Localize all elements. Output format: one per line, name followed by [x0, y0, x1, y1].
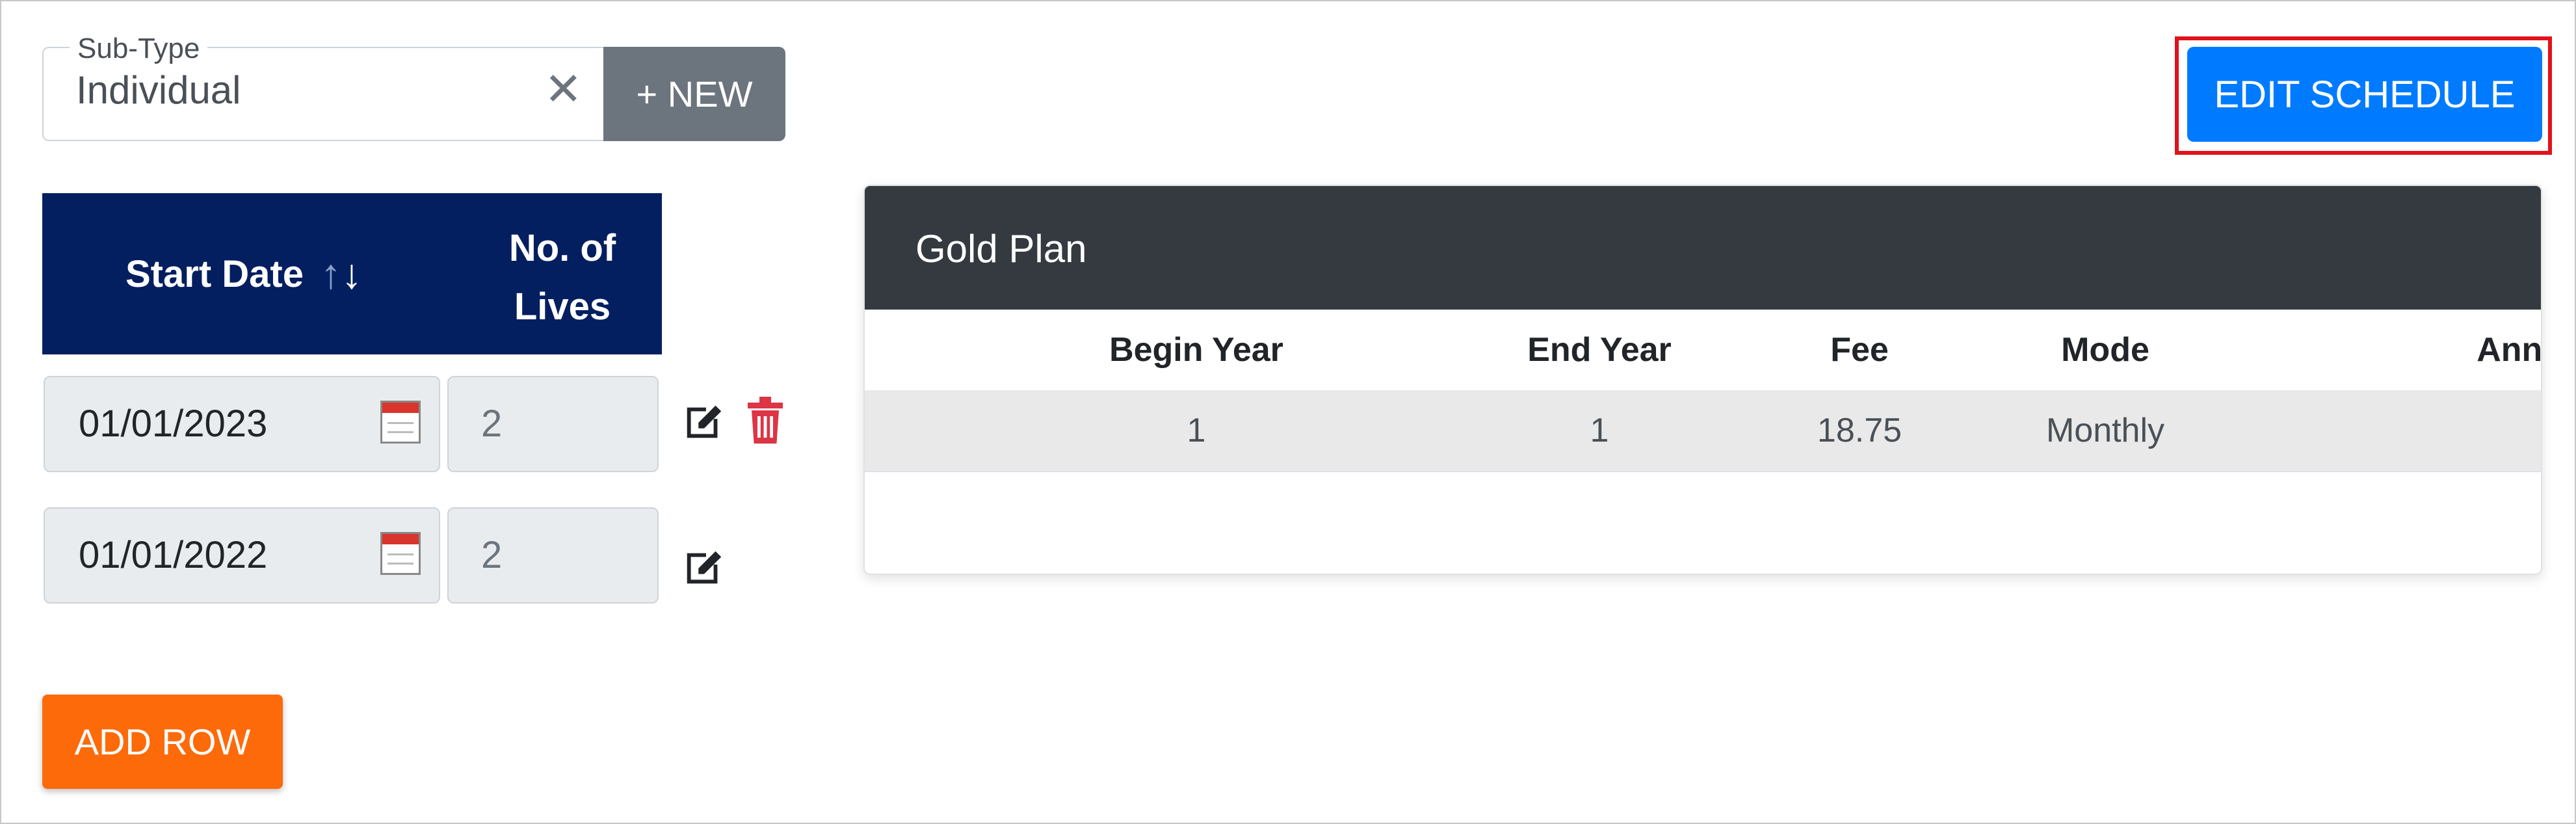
table-row: 1 1 18.75 Monthly: [865, 390, 2541, 472]
lives-input[interactable]: 2: [447, 507, 659, 604]
new-subtype-button[interactable]: + NEW: [603, 47, 785, 141]
plan-title: Gold Plan: [915, 227, 1087, 271]
plan-table-header: Begin Year End Year Fee Mode Annualizati…: [865, 310, 2541, 392]
edit-icon[interactable]: [681, 544, 727, 589]
plan-card: Gold Plan Begin Year End Year Fee Mode A…: [863, 185, 2542, 575]
start-date-header-label: Start Date: [125, 252, 304, 295]
delete-icon[interactable]: [745, 397, 785, 444]
subtype-label: Sub-Type: [70, 33, 208, 65]
calendar-icon[interactable]: [380, 532, 421, 575]
calendar-icon[interactable]: [380, 401, 421, 444]
clear-icon[interactable]: ✕: [544, 66, 583, 112]
start-date-value: 01/01/2023: [79, 403, 268, 445]
start-date-value: 01/01/2022: [79, 534, 268, 576]
cell-annualization: [2068, 390, 2541, 471]
add-row-button[interactable]: ADD ROW: [42, 695, 283, 789]
sort-icon[interactable]: ↑↓: [321, 250, 362, 298]
start-date-input[interactable]: 01/01/2022: [44, 507, 440, 604]
grid-header: Start Date ↑↓ No. of Lives: [42, 193, 662, 354]
lives-value: 2: [481, 403, 503, 445]
subtype-field[interactable]: Sub-Type Individual ✕: [42, 33, 603, 141]
edit-schedule-button[interactable]: EDIT SCHEDULE: [2187, 47, 2542, 142]
subtype-value[interactable]: Individual: [76, 68, 241, 113]
plan-card-header: Gold Plan: [865, 186, 2541, 310]
edit-icon[interactable]: [681, 398, 727, 444]
lives-input[interactable]: 2: [447, 376, 659, 472]
column-header-annualization: Annualization %: [2477, 331, 2542, 369]
sort-down-arrow: ↓: [341, 250, 362, 297]
column-header-lives: No. of Lives: [465, 219, 660, 336]
lives-header-line2: Lives: [514, 286, 611, 328]
sort-up-arrow: ↑: [320, 250, 341, 297]
lives-value: 2: [481, 534, 503, 576]
start-date-input[interactable]: 01/01/2023: [44, 376, 440, 472]
column-header-start-date[interactable]: Start Date ↑↓: [42, 193, 445, 354]
lives-header-line1: No. of: [508, 227, 616, 269]
